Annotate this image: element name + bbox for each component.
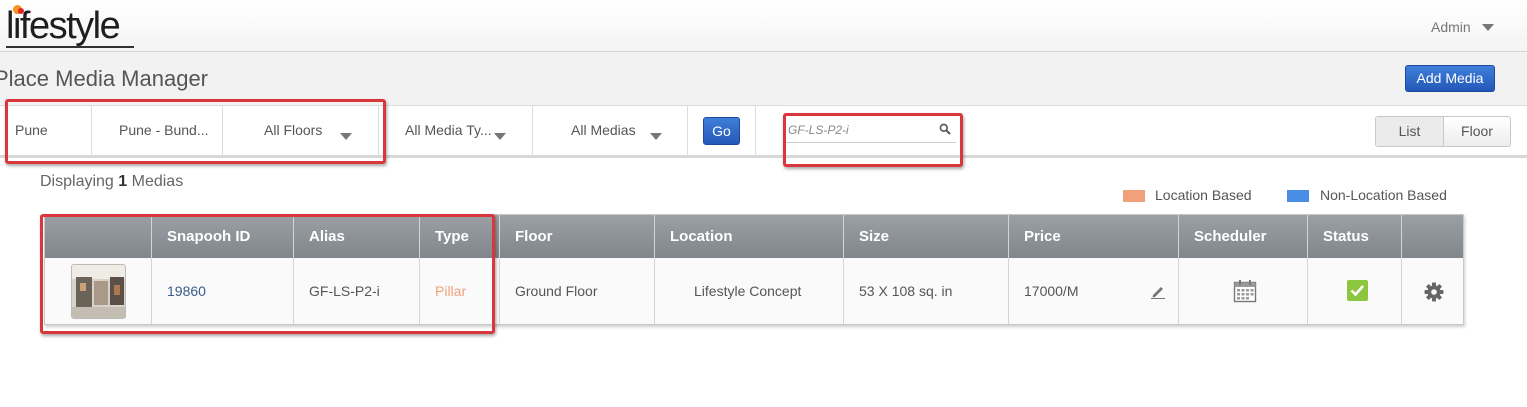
search-icon[interactable]: [939, 123, 951, 135]
legend-swatch-non-location: [1287, 190, 1309, 202]
header-scheduler[interactable]: Scheduler: [1179, 215, 1267, 258]
header-floor[interactable]: Floor: [500, 215, 553, 258]
column-divider: [293, 215, 294, 324]
list-view-button[interactable]: List: [1376, 117, 1444, 146]
header-alias[interactable]: Alias: [294, 215, 345, 258]
divider: [91, 106, 92, 156]
chevron-down-icon[interactable]: [1482, 24, 1494, 31]
divider: [378, 106, 379, 156]
check-icon[interactable]: [1347, 280, 1368, 301]
pencil-icon[interactable]: [1150, 283, 1166, 299]
column-divider: [1178, 215, 1179, 324]
column-divider: [419, 215, 420, 324]
page-title: Place Media Manager: [0, 66, 209, 91]
city-select[interactable]: Pune: [15, 106, 90, 156]
column-divider: [654, 215, 655, 324]
place-select[interactable]: Pune - Bund...: [119, 106, 219, 156]
calendar-icon[interactable]: [1233, 279, 1257, 303]
divider: [532, 106, 533, 156]
lifestyle-logo[interactable]: lifestyle: [2, 2, 134, 48]
divider: [687, 106, 688, 156]
table-header: Snapooh ID Alias Type Floor Location Siz…: [45, 215, 1463, 258]
header-snapooh-id[interactable]: Snapooh ID: [152, 215, 250, 258]
table-row[interactable]: 19860 GF-LS-P2-i Pillar Ground Floor Lif…: [45, 258, 1463, 324]
type-cell: Pillar: [435, 283, 467, 299]
medias-select[interactable]: All Medias: [571, 106, 651, 156]
logo-underline: [6, 46, 134, 48]
column-divider: [1401, 215, 1402, 324]
top-bar: lifestyle Admin: [0, 0, 1527, 52]
gear-icon[interactable]: [1424, 282, 1444, 302]
column-divider: [843, 215, 844, 324]
user-menu[interactable]: Admin: [1431, 19, 1471, 35]
legend-non-location-based: Non-Location Based: [1320, 187, 1447, 203]
snapooh-id-link[interactable]: 19860: [152, 258, 206, 324]
header-location[interactable]: Location: [655, 215, 733, 258]
header-price[interactable]: Price: [1009, 215, 1061, 258]
title-bar: Place Media Manager Add Media: [0, 52, 1527, 106]
alias-cell: GF-LS-P2-i: [309, 283, 380, 299]
legend-swatch-location: [1123, 190, 1145, 202]
divider: [755, 106, 756, 156]
result-count: 1: [118, 173, 128, 190]
search-input[interactable]: [786, 117, 956, 143]
floor-view-button[interactable]: Floor: [1444, 117, 1510, 146]
floor-select[interactable]: All Floors: [264, 106, 344, 156]
media-thumbnail[interactable]: [71, 264, 126, 319]
column-divider: [499, 215, 500, 324]
add-media-button[interactable]: Add Media: [1405, 65, 1495, 92]
chevron-down-icon[interactable]: [340, 133, 352, 140]
price-cell: 17000/M: [1024, 283, 1079, 299]
header-type[interactable]: Type: [420, 215, 469, 258]
chevron-down-icon[interactable]: [650, 133, 662, 140]
media-type-select[interactable]: All Media Ty...: [405, 106, 495, 156]
floor-cell: Ground Floor: [515, 283, 598, 299]
column-divider: [151, 215, 152, 324]
summary-suffix: Medias: [131, 173, 184, 190]
column-divider: [1008, 215, 1009, 324]
media-table: Snapooh ID Alias Type Floor Location Siz…: [44, 214, 1464, 325]
legend-location-based: Location Based: [1155, 187, 1252, 203]
filter-bar: Pune Pune - Bund... All Floors All Media…: [0, 105, 1527, 158]
summary-prefix: Displaying: [40, 173, 114, 190]
result-summary: Displaying 1 Medias: [40, 173, 183, 191]
view-toggle: List Floor: [1375, 116, 1511, 147]
header-status[interactable]: Status: [1308, 215, 1369, 258]
location-cell: Lifestyle Concept: [694, 283, 802, 299]
header-size[interactable]: Size: [844, 215, 889, 258]
divider: [222, 106, 223, 156]
go-button[interactable]: Go: [703, 117, 740, 145]
chevron-down-icon[interactable]: [494, 133, 506, 140]
size-cell: 53 X 108 sq. in: [859, 283, 953, 299]
column-divider: [1307, 215, 1308, 324]
logo-dot-red: [18, 8, 24, 14]
